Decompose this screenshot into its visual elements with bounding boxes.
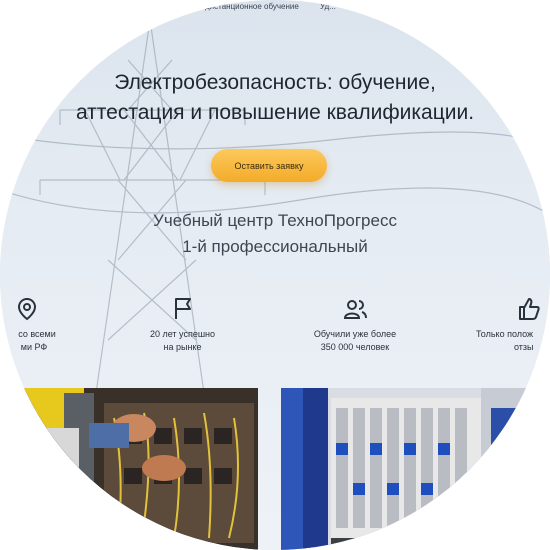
title-line-2: аттестация и повышение квалификации.: [75, 101, 475, 124]
feature-years-line2: на рынке: [163, 342, 202, 352]
feature-reviews: Только полож отзы: [470, 296, 550, 354]
feature-reviews-line1: Только полож: [476, 329, 534, 339]
feature-years: 20 лет успешно на рынке: [135, 296, 230, 354]
submit-request-button[interactable]: Оставить заявку: [211, 149, 327, 182]
nav-item-partial[interactable]: Уд...: [320, 2, 336, 11]
feature-students-line2: 350 000 человек: [320, 342, 390, 352]
feature-students-line1: Обучили уже более: [313, 329, 397, 339]
feature-years-line1: 20 лет успешно: [149, 329, 216, 339]
thumbs-up-icon: [519, 298, 540, 320]
feature-regions-line1: со всеми: [18, 329, 56, 339]
feature-regions: со всеми ми РФ: [0, 296, 62, 354]
page-title: Электробезопасность: обучение, аттестаци…: [0, 68, 550, 128]
nav-item-distance-learning[interactable]: дистанционное обучение: [205, 2, 299, 11]
subtitle-line-2: 1-й профессиональный: [182, 237, 368, 256]
photo-electrical-panel: [281, 388, 531, 550]
users-icon: [343, 300, 367, 319]
subtitle-line-1: Учебный центр ТехноПрогресс: [153, 211, 397, 230]
subtitle: Учебный центр ТехноПрогресс 1-й професси…: [0, 208, 550, 260]
feature-reviews-line2: отзы: [514, 342, 534, 352]
map-pin-icon: [17, 297, 37, 321]
title-line-1: Электробезопасность: обучение,: [114, 71, 436, 94]
power-tower-image: [0, 19, 550, 400]
top-navigation: дистанционное обучение Уд...: [0, 2, 550, 16]
photo-electrician-wiring: [24, 388, 258, 550]
feature-regions-line2: ми РФ: [20, 342, 48, 352]
flag-icon: [174, 298, 191, 319]
hero-circle: дистанционное обучение Уд... Электробезо…: [0, 0, 550, 550]
feature-students: Обучили уже более 350 000 человек: [300, 296, 410, 354]
